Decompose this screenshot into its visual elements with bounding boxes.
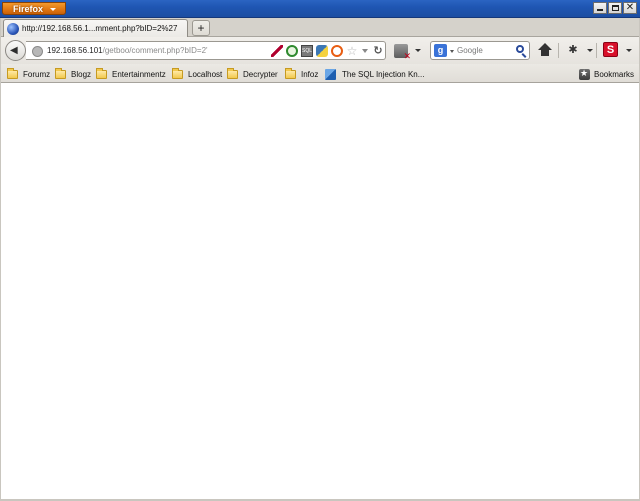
chevron-down-icon[interactable] [415,49,421,52]
navigation-toolbar: 192.168.56.101/getboo/comment.php?bID=2'… [0,37,640,64]
title-bar: Firefox ✕ [0,0,640,18]
bookmarks-toolbar: Forumz Blogz Entertainmentz Localhost De… [0,64,640,83]
close-button[interactable]: ✕ [623,2,637,14]
bookmark-label: Localhost [188,69,223,79]
folder-icon [285,67,296,79]
chevron-down-icon [50,8,56,11]
google-icon[interactable]: g [434,44,447,57]
folder-icon [96,67,107,79]
bookmark-label: Infoz [301,69,319,79]
url-history-dropdown-icon[interactable] [361,45,369,57]
bookmark-sql-injection[interactable]: The SQL Injection Kn... [325,67,424,81]
firefox-menu-button[interactable]: Firefox [2,2,66,15]
window-controls: ✕ [593,2,637,14]
folder-icon [172,67,183,79]
bookmark-label: Entertainmentz [112,69,166,79]
chevron-down-icon[interactable] [450,50,454,53]
s-addon-icon: S [606,44,615,56]
bookmark-label: The SQL Injection Kn... [342,69,425,79]
home-icon-body [541,49,549,56]
url-bar[interactable]: 192.168.56.101/getboo/comment.php?bID=2'… [26,41,386,60]
maximize-icon [612,5,619,11]
maximize-button[interactable] [608,2,622,14]
download-error-icon: ✕ [403,51,411,61]
url-text[interactable]: 192.168.56.101/getboo/comment.php?bID=2' [47,46,208,55]
tab-strip: http://192.168.56.1...mment.php?bID=2%27… [0,18,640,38]
firefox-menu-label: Firefox [13,4,44,14]
page-content[interactable] [0,84,640,501]
python-addon-icon[interactable] [316,45,328,57]
bookmark-label: Decrypter [243,69,278,79]
bookmark-folder-forumz[interactable]: Forumz [7,67,50,81]
gear-icon[interactable] [331,45,343,57]
home-button[interactable] [538,43,552,57]
minimize-icon [597,9,603,11]
bookmarks-menu-label: Bookmarks [593,69,634,79]
bookmarks-icon [578,68,590,80]
plus-icon: + [197,21,205,35]
bookmark-folder-infoz[interactable]: Infoz [285,67,318,81]
bookmark-folder-localhost[interactable]: Localhost [172,67,222,81]
folder-icon [55,67,66,79]
url-host: 192.168.56.101 [47,46,103,55]
s-addon-button[interactable]: S [603,42,618,57]
tab-comment-page[interactable]: http://192.168.56.1...mment.php?bID=2%27 [3,19,188,38]
back-button[interactable]: ◀ [5,40,26,61]
toolbar-separator [596,43,597,58]
bookmark-folder-decrypter[interactable]: Decrypter [227,67,278,81]
search-icon[interactable] [516,45,524,53]
bookmark-label: Blogz [71,69,92,79]
green-ring-addon-icon[interactable] [286,45,298,57]
bookmarks-menu-button[interactable]: Bookmarks [578,67,634,81]
download-button[interactable]: ✕ [394,44,411,61]
addon-toolbar-button[interactable]: ✱ [566,44,580,56]
sql-addon-icon[interactable]: SQL [301,45,313,57]
toolbar-separator [558,43,559,58]
url-path: /getboo/comment.php?bID=2' [102,46,208,55]
chevron-down-icon[interactable] [626,49,632,52]
new-tab-button[interactable]: + [192,20,210,36]
close-icon: ✕ [625,2,635,13]
globe-favicon-icon [7,23,19,35]
bookmark-folder-entertainmentz[interactable]: Entertainmentz [96,67,166,81]
bookmark-label: Forumz [23,69,51,79]
page-icon [325,68,336,80]
window-frame-left [0,18,1,501]
reload-icon[interactable]: ↻ [372,45,384,57]
folder-icon [7,67,18,79]
search-input[interactable] [457,43,517,58]
bookmark-folder-blogz[interactable]: Blogz [55,67,91,81]
bookmark-star-icon[interactable]: ☆ [346,45,358,57]
feather-addon-icon[interactable] [271,45,283,57]
back-arrow-icon: ◀ [10,45,18,56]
folder-icon [227,67,238,79]
minimize-button[interactable] [593,2,607,14]
tab-label: http://192.168.56.1...mment.php?bID=2%27 [22,24,178,33]
chevron-down-icon[interactable] [587,49,593,52]
addon-icon: ✱ [568,44,578,56]
url-bar-addon-icons: SQL ☆ ↻ [271,44,384,58]
site-identity-icon[interactable] [32,46,43,57]
search-bar[interactable]: g [430,41,530,60]
